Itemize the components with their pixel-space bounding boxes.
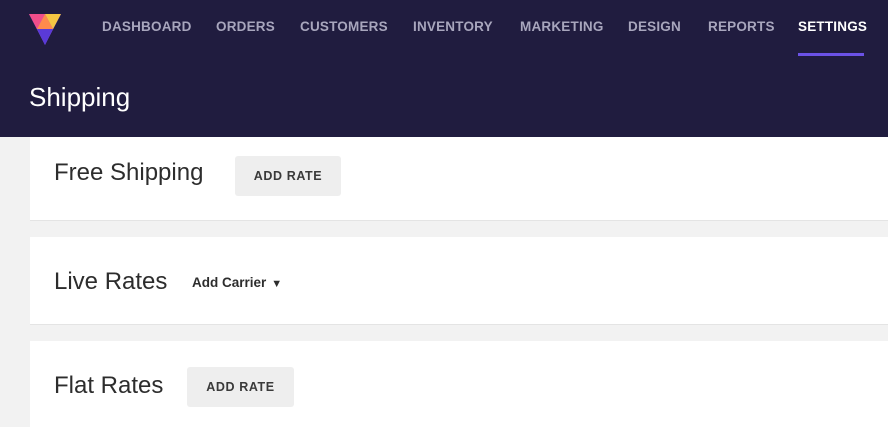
top-header: DASHBOARD ORDERS CUSTOMERS INVENTORY MAR… <box>0 0 888 137</box>
nav-dashboard[interactable]: DASHBOARD <box>102 19 192 34</box>
nav-marketing[interactable]: MARKETING <box>520 19 604 34</box>
nav-reports[interactable]: REPORTS <box>708 19 775 34</box>
active-tab-indicator <box>798 53 864 56</box>
add-carrier-dropdown[interactable]: Add Carrier ▼ <box>192 275 282 290</box>
flat-rates-title: Flat Rates <box>54 372 164 399</box>
live-rates-title: Live Rates <box>54 268 168 295</box>
add-carrier-label: Add Carrier <box>192 275 267 290</box>
nav-design[interactable]: DESIGN <box>628 19 681 34</box>
nav-inventory[interactable]: INVENTORY <box>413 19 493 34</box>
flat-rates-add-rate-button[interactable]: ADD RATE <box>187 367 294 407</box>
brand-logo-icon[interactable] <box>27 9 63 47</box>
flat-rates-card: Flat Rates ADD RATE <box>30 341 888 427</box>
free-shipping-add-rate-button[interactable]: ADD RATE <box>235 156 341 196</box>
nav-orders[interactable]: ORDERS <box>216 19 275 34</box>
page-title: Shipping <box>29 82 131 112</box>
free-shipping-title: Free Shipping <box>54 159 204 186</box>
free-shipping-card: Free Shipping ADD RATE <box>30 137 888 221</box>
live-rates-card: Live Rates Add Carrier ▼ <box>30 237 888 325</box>
caret-down-icon: ▼ <box>271 278 283 290</box>
nav-settings[interactable]: SETTINGS <box>798 19 867 34</box>
nav-customers[interactable]: CUSTOMERS <box>300 19 388 34</box>
